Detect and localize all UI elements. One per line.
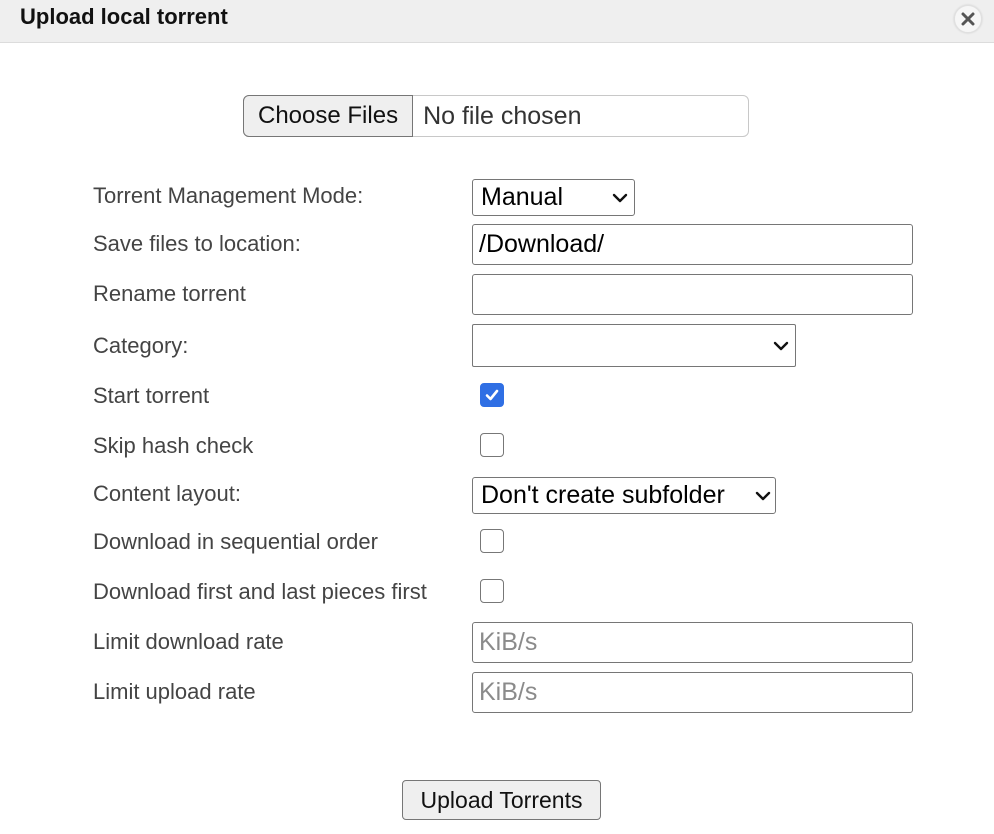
chevron-down-icon <box>612 193 628 202</box>
save-location-label: Save files to location: <box>93 231 301 256</box>
row-content-layout: Content layout: Don't create subfolder <box>93 471 943 517</box>
row-rename: Rename torrent <box>93 271 943 317</box>
dialog-title: Upload local torrent <box>20 4 228 29</box>
skip-hash-label: Skip hash check <box>93 433 254 458</box>
row-save-location: Save files to location: /Download/ <box>93 221 943 267</box>
skip-hash-checkbox[interactable] <box>480 433 504 457</box>
management-mode-select[interactable]: Manual <box>472 179 635 216</box>
chevron-down-icon <box>773 341 789 350</box>
start-torrent-label: Start torrent <box>93 383 210 408</box>
file-picker[interactable]: Choose Files No file chosen <box>243 95 749 137</box>
management-mode-value: Manual <box>481 183 563 211</box>
content-layout-select[interactable]: Don't create subfolder <box>472 477 776 514</box>
first-last-label: Download first and last pieces first <box>93 579 427 604</box>
checkmark-icon <box>485 389 499 401</box>
row-sequential: Download in sequential order <box>93 519 943 565</box>
category-select[interactable] <box>472 324 796 367</box>
save-location-input[interactable]: /Download/ <box>472 224 913 265</box>
dialog-titlebar: Upload local torrent <box>0 0 994 43</box>
file-status-text: No file chosen <box>423 101 582 130</box>
choose-files-button[interactable]: Choose Files <box>243 95 414 137</box>
dl-limit-label: Limit download rate <box>93 629 284 654</box>
row-dl-limit: Limit download rate KiB/s <box>93 619 943 665</box>
rename-input[interactable] <box>472 274 913 315</box>
row-ul-limit: Limit upload rate KiB/s <box>93 669 943 715</box>
ul-limit-input[interactable]: KiB/s <box>472 672 913 713</box>
row-category: Category: <box>93 323 943 369</box>
rename-label: Rename torrent <box>93 281 246 306</box>
upload-torrents-button[interactable]: Upload Torrents <box>402 780 601 820</box>
management-mode-label: Torrent Management Mode: <box>93 183 364 208</box>
sequential-label: Download in sequential order <box>93 529 378 554</box>
start-torrent-checkbox[interactable] <box>480 383 504 407</box>
close-button[interactable] <box>954 5 982 33</box>
row-first-last: Download first and last pieces first <box>93 569 943 615</box>
content-layout-label: Content layout: <box>93 481 241 506</box>
content-layout-value: Don't create subfolder <box>481 481 725 509</box>
category-label: Category: <box>93 333 189 358</box>
first-last-checkbox[interactable] <box>480 579 504 603</box>
close-icon <box>961 12 975 26</box>
chevron-down-icon <box>755 491 771 500</box>
sequential-checkbox[interactable] <box>480 529 504 553</box>
row-management-mode: Torrent Management Mode: Manual <box>93 173 943 219</box>
row-skip-hash: Skip hash check <box>93 423 943 469</box>
ul-limit-label: Limit upload rate <box>93 679 256 704</box>
dl-limit-input[interactable]: KiB/s <box>472 622 913 663</box>
row-start-torrent: Start torrent <box>93 373 943 419</box>
